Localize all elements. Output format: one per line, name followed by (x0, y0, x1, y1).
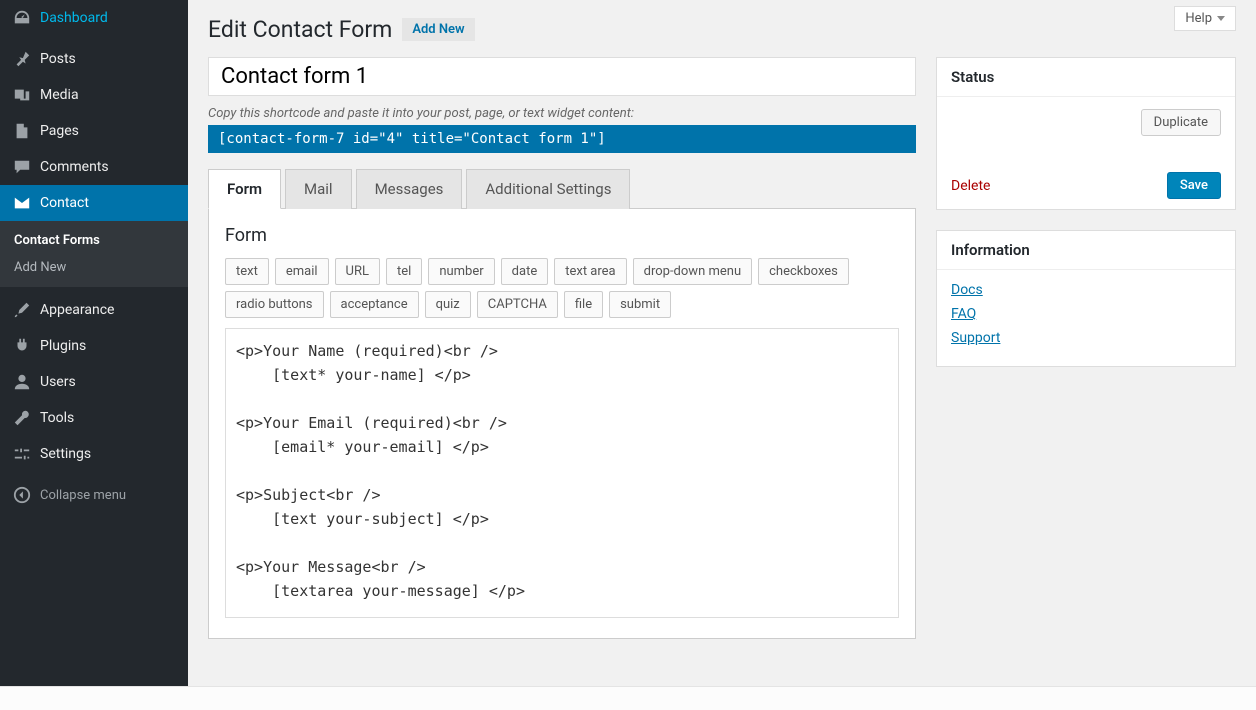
add-new-button[interactable]: Add New (402, 18, 474, 41)
mail-icon (12, 193, 32, 213)
shortcode-input[interactable] (208, 125, 916, 153)
sidebar-item-label: Users (40, 374, 76, 390)
form-title-input[interactable] (208, 57, 916, 96)
sidebar-item-label: Media (40, 87, 79, 103)
delete-link[interactable]: Delete (951, 178, 990, 194)
wrench-icon (12, 408, 32, 428)
tag-button-text[interactable]: text (225, 258, 269, 285)
plug-icon (12, 336, 32, 356)
tab-form[interactable]: Form (208, 169, 281, 209)
tab-messages[interactable]: Messages (356, 169, 463, 209)
tag-button-file[interactable]: file (564, 291, 603, 318)
tag-button-text-area[interactable]: text area (554, 258, 626, 285)
tag-button-URL[interactable]: URL (335, 258, 380, 285)
tag-button-email[interactable]: email (275, 258, 329, 285)
tab-mail[interactable]: Mail (285, 169, 352, 209)
pages-icon (12, 121, 32, 141)
shortcode-hint: Copy this shortcode and paste it into yo… (208, 106, 916, 121)
main-content: Help Edit Contact FormAdd New Copy this … (188, 0, 1256, 686)
sidebar-item-label: Settings (40, 446, 91, 462)
sub-item-add-new[interactable]: Add New (0, 254, 188, 281)
collapse-menu[interactable]: Collapse menu (0, 477, 188, 513)
sidebar-item-comments[interactable]: Comments (0, 149, 188, 185)
sidebar-item-dashboard[interactable]: Dashboard (0, 0, 188, 36)
sidebar-item-pages[interactable]: Pages (0, 113, 188, 149)
status-heading: Status (937, 58, 1235, 97)
footer-bar (0, 686, 1256, 710)
chevron-down-icon (1217, 16, 1225, 21)
sidebar-item-contact[interactable]: Contact (0, 185, 188, 221)
sub-item-contact-forms[interactable]: Contact Forms (0, 227, 188, 254)
brush-icon (12, 300, 32, 320)
media-icon (12, 85, 32, 105)
sidebar-item-posts[interactable]: Posts (0, 41, 188, 77)
tag-button-tel[interactable]: tel (386, 258, 422, 285)
panel-heading: Form (225, 225, 899, 246)
collapse-icon (12, 485, 32, 505)
sidebar-item-media[interactable]: Media (0, 77, 188, 113)
tag-button-checkboxes[interactable]: checkboxes (758, 258, 849, 285)
sidebar-item-label: Appearance (40, 302, 114, 318)
tag-button-submit[interactable]: submit (609, 291, 671, 318)
sidebar-item-appearance[interactable]: Appearance (0, 292, 188, 328)
dashboard-icon (12, 8, 32, 28)
sidebar-item-label: Comments (40, 159, 109, 175)
sidebar-item-label: Contact (40, 195, 89, 211)
sidebar-item-label: Pages (40, 123, 79, 139)
sliders-icon (12, 444, 32, 464)
comment-icon (12, 157, 32, 177)
form-code-textarea[interactable] (225, 328, 899, 618)
page-title: Edit Contact FormAdd New (208, 16, 1236, 43)
sidebar-item-label: Plugins (40, 338, 86, 354)
sidebar-item-label: Posts (40, 51, 76, 67)
tag-button-acceptance[interactable]: acceptance (330, 291, 419, 318)
sidebar-item-plugins[interactable]: Plugins (0, 328, 188, 364)
editor-tabs: Form Mail Messages Additional Settings (208, 169, 916, 209)
sidebar-item-tools[interactable]: Tools (0, 400, 188, 436)
sidebar-item-label: Tools (40, 410, 74, 426)
status-box: Status Duplicate Delete Save (936, 57, 1236, 210)
pin-icon (12, 49, 32, 69)
tag-button-radio-buttons[interactable]: radio buttons (225, 291, 324, 318)
user-icon (12, 372, 32, 392)
tag-button-number[interactable]: number (428, 258, 494, 285)
help-label: Help (1185, 11, 1212, 26)
tag-button-quiz[interactable]: quiz (425, 291, 471, 318)
info-link-support[interactable]: Support (951, 330, 1000, 346)
tag-button-CAPTCHA[interactable]: CAPTCHA (477, 291, 558, 318)
collapse-label: Collapse menu (40, 488, 126, 503)
sidebar-item-label: Dashboard (40, 10, 108, 26)
duplicate-button[interactable]: Duplicate (1141, 109, 1221, 136)
help-button[interactable]: Help (1174, 6, 1236, 31)
tab-additional-settings[interactable]: Additional Settings (466, 169, 630, 209)
form-panel: Form textemailURLtelnumber datetext area d… (208, 209, 916, 639)
tag-button-date[interactable]: date (501, 258, 549, 285)
tag-button-drop-down-menu[interactable]: drop-down menu (633, 258, 752, 285)
sidebar-item-settings[interactable]: Settings (0, 436, 188, 472)
sidebar-submenu: Contact Forms Add New (0, 221, 188, 287)
info-link-faq[interactable]: FAQ (951, 306, 976, 322)
admin-sidebar: Dashboard Posts Media Pages Comments Con… (0, 0, 188, 686)
information-box: Information Docs FAQ Support (936, 230, 1236, 367)
information-heading: Information (937, 231, 1235, 270)
save-button[interactable]: Save (1167, 172, 1221, 199)
info-link-docs[interactable]: Docs (951, 282, 983, 298)
sidebar-item-users[interactable]: Users (0, 364, 188, 400)
